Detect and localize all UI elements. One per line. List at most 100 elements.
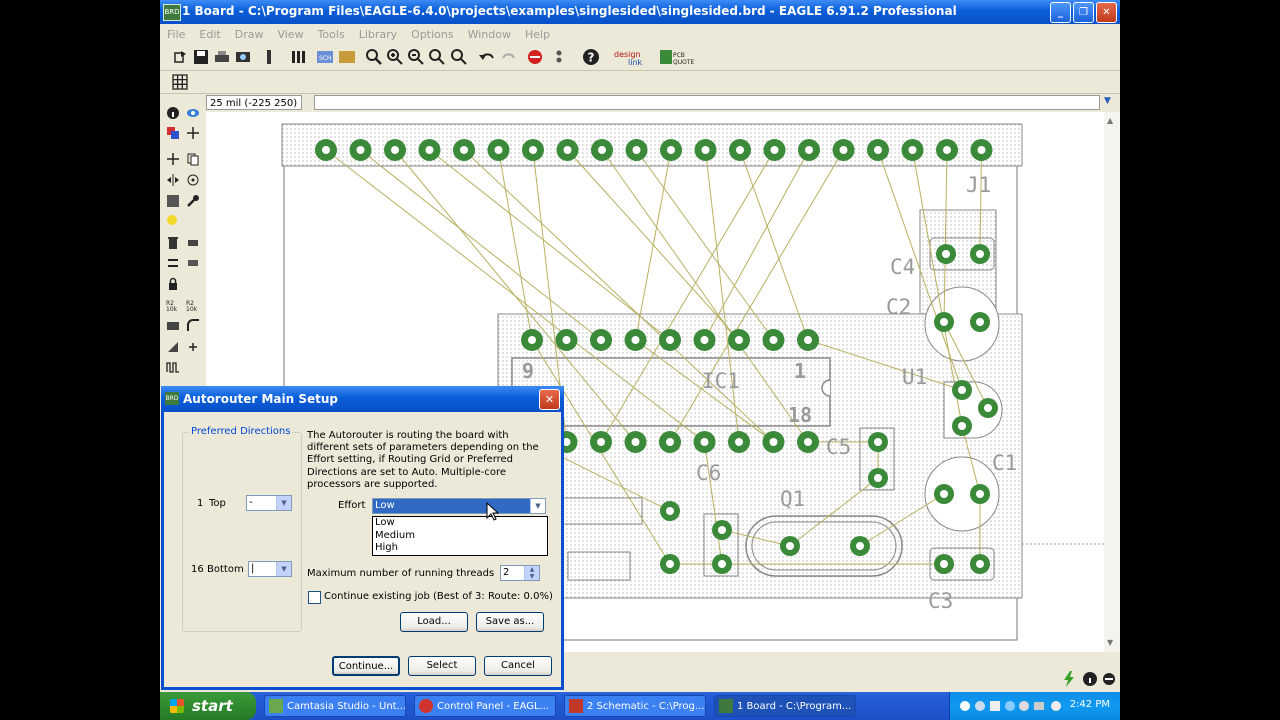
task-camtasia[interactable]: Camtasia Studio - Unt... <box>264 695 406 717</box>
save-icon[interactable] <box>192 48 210 66</box>
pad-hole <box>597 336 605 344</box>
split-icon[interactable] <box>166 318 180 332</box>
miter-icon[interactable] <box>186 318 200 332</box>
scroll-down-icon[interactable]: ▼ <box>1107 638 1113 647</box>
effort-label: Effort <box>338 500 366 511</box>
layer-1-direction-select[interactable]: - ▼ <box>246 495 292 511</box>
copy-icon[interactable] <box>186 152 200 166</box>
task-camtasia-label: Camtasia Studio - Unt... <box>287 701 406 712</box>
delete-icon[interactable] <box>166 236 180 250</box>
menu-view[interactable]: View <box>270 25 310 41</box>
value-icon[interactable]: R210k <box>186 298 200 312</box>
chevron-down-icon[interactable]: ▼ <box>530 499 545 513</box>
zoom-in-icon[interactable] <box>386 48 404 66</box>
pad-hole <box>356 146 365 154</box>
library-icon[interactable] <box>290 48 308 66</box>
chevron-down-icon[interactable]: ▼ <box>276 496 291 510</box>
start-button[interactable]: start <box>160 692 256 720</box>
menu-edit[interactable]: Edit <box>192 25 227 41</box>
load-button[interactable]: Load... <box>400 612 468 632</box>
effort-option-low[interactable]: Low <box>373 517 547 530</box>
design-link-icon[interactable]: designlink <box>614 48 654 66</box>
chevron-down-icon[interactable]: ▼ <box>276 562 291 576</box>
effort-option-medium[interactable]: Medium <box>373 530 547 543</box>
menu-bar: File Edit Draw View Tools Library Options Windo… <box>160 25 1120 43</box>
smash-icon[interactable]: R210k <box>166 298 180 312</box>
menu-tools[interactable]: Tools <box>311 25 352 41</box>
schematic-switch-icon[interactable]: SCH <box>316 48 334 66</box>
pcb-quote-icon[interactable]: PCBQUOTE <box>660 48 698 66</box>
rotate-icon[interactable] <box>186 173 200 187</box>
cancel-button[interactable]: Cancel <box>484 656 552 676</box>
zoom-select-icon[interactable] <box>450 48 468 66</box>
menu-window[interactable]: Window <box>461 25 518 41</box>
task-schematic[interactable]: 2 Schematic - C:\Prog... <box>564 695 706 717</box>
print-icon[interactable] <box>213 48 231 66</box>
dialog-close-button[interactable]: ✕ <box>539 389 560 410</box>
menu-draw[interactable]: Draw <box>228 25 271 41</box>
undo-icon[interactable] <box>478 48 496 66</box>
menu-library[interactable]: Library <box>352 25 404 41</box>
minimize-button[interactable]: _ <box>1050 2 1071 23</box>
open-icon[interactable] <box>172 48 190 66</box>
paint-icon[interactable] <box>166 214 180 228</box>
pinswap-icon[interactable] <box>166 256 180 270</box>
command-input[interactable] <box>314 95 1100 110</box>
meander-icon[interactable] <box>166 360 180 374</box>
lightning-icon[interactable] <box>1062 671 1076 687</box>
info-icon[interactable] <box>166 106 180 120</box>
threads-spinner[interactable]: 2 ▲ ▼ <box>500 565 540 581</box>
cam-processor-icon[interactable] <box>234 48 252 66</box>
close-button[interactable]: ✕ <box>1096 2 1117 23</box>
continue-button[interactable]: Continue... <box>332 656 400 676</box>
optimize-icon[interactable] <box>166 340 180 354</box>
pad-hole <box>804 438 812 446</box>
pad-hole <box>700 438 709 446</box>
stop-icon[interactable] <box>526 48 544 66</box>
effort-option-high[interactable]: High <box>373 542 547 555</box>
grid-icon[interactable] <box>171 73 189 91</box>
wrench-icon[interactable] <box>186 194 200 208</box>
use-icon[interactable] <box>260 48 278 66</box>
go-icon[interactable] <box>550 48 568 66</box>
group-icon[interactable] <box>166 194 180 208</box>
task-board[interactable]: 1 Board - C:\Program... <box>714 695 856 717</box>
eye-icon[interactable] <box>186 106 200 120</box>
effort-select[interactable]: Low ▼ <box>372 498 546 514</box>
replace-icon[interactable] <box>186 256 200 270</box>
chevron-down-icon[interactable]: ▼ <box>1104 96 1116 110</box>
tray-icons[interactable] <box>958 699 1068 713</box>
redraw-icon[interactable] <box>428 48 446 66</box>
mark-icon[interactable] <box>186 126 200 140</box>
maximize-button[interactable]: ❐ <box>1073 2 1094 23</box>
help-icon[interactable]: ? <box>582 48 600 66</box>
layer-16-direction-select[interactable]: | ▼ <box>248 561 292 577</box>
redo-icon[interactable] <box>500 48 518 66</box>
plus-icon[interactable] <box>186 340 200 354</box>
save-as-button[interactable]: Save as... <box>476 612 544 632</box>
mirror-icon[interactable] <box>166 173 180 187</box>
scroll-up-icon[interactable]: ▲ <box>1107 116 1113 125</box>
menu-options[interactable]: Options <box>404 25 460 41</box>
move-icon[interactable] <box>166 152 180 166</box>
board-switch-icon[interactable] <box>338 48 356 66</box>
lock-icon[interactable] <box>166 277 180 291</box>
svg-text:?: ? <box>588 51 595 65</box>
pad-hole <box>976 318 984 326</box>
spinner-arrows-icon[interactable]: ▲ ▼ <box>524 566 539 580</box>
vertical-scrollbar[interactable]: ▲ ▼ <box>1104 112 1120 652</box>
pad-hole <box>908 146 917 154</box>
select-button[interactable]: Select <box>408 656 476 676</box>
command-bar: 25 mil (-225 250) <box>206 94 1120 112</box>
continue-job-checkbox[interactable] <box>308 591 321 604</box>
layer-icon[interactable] <box>166 126 180 140</box>
task-control-panel[interactable]: Control Panel - EAGL... <box>414 695 556 717</box>
zoom-out-icon[interactable] <box>407 48 425 66</box>
stop-status-icon[interactable] <box>1102 671 1116 687</box>
zoom-fit-icon[interactable] <box>365 48 383 66</box>
label-c3: C3 <box>928 589 953 613</box>
menu-file[interactable]: File <box>160 25 192 41</box>
add-icon[interactable] <box>186 236 200 250</box>
menu-help[interactable]: Help <box>518 25 557 41</box>
info-status-icon[interactable] <box>1082 671 1098 687</box>
